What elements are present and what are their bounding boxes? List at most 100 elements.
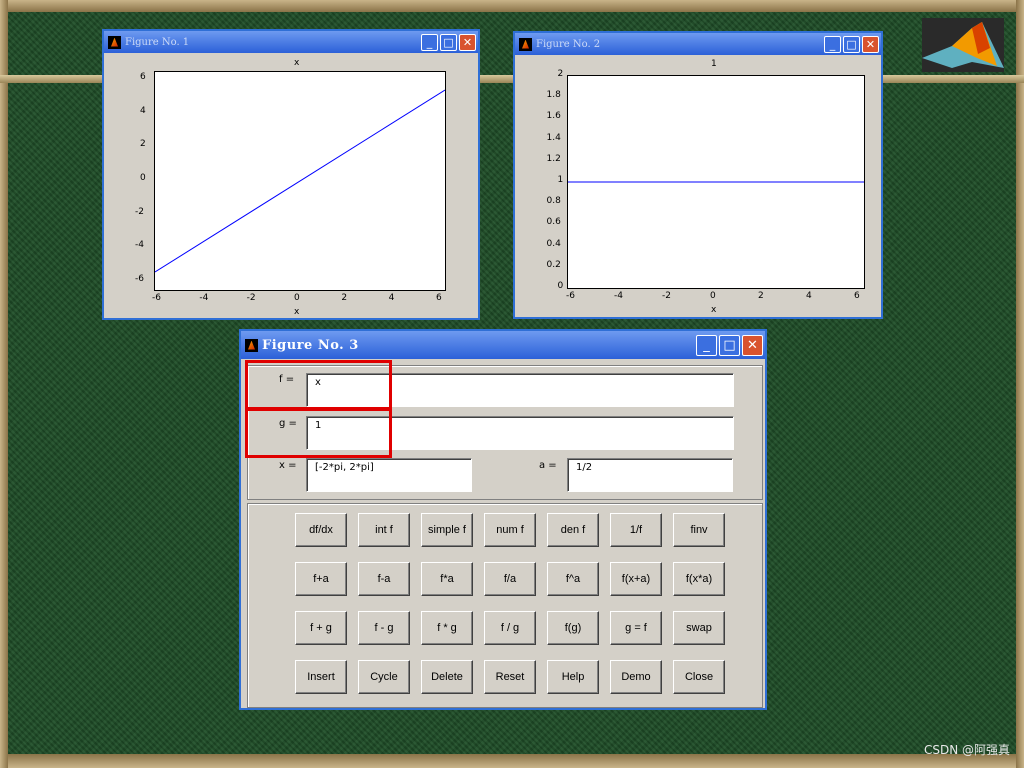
x-tick-label: 2 (341, 293, 348, 303)
x-tick-label: 0 (294, 293, 300, 303)
calc-button-f-g[interactable]: f(g) (547, 611, 599, 645)
y-tick-label: 0.2 (546, 259, 561, 270)
calc-button-df-dx[interactable]: df/dx (295, 513, 347, 547)
close-icon[interactable]: ✕ (459, 33, 476, 51)
y-tick-label: 0.4 (546, 238, 561, 249)
close-icon[interactable]: ✕ (742, 334, 763, 356)
matlab-icon (245, 338, 258, 352)
calc-button-f-a[interactable]: f-a (358, 562, 410, 596)
plot-title: 1 (711, 59, 717, 69)
calc-button-f-a[interactable]: f*a (421, 562, 473, 596)
close-icon[interactable]: ✕ (862, 35, 879, 53)
x-tick-label: -2 (662, 291, 671, 301)
watermark: CSDN @阿强真 (923, 743, 1010, 757)
calc-button-int-f[interactable]: int f (358, 513, 410, 547)
highlight-box-f (245, 360, 392, 410)
x-tick-label: 2 (758, 291, 764, 301)
y-tick-label: 1.2 (546, 153, 561, 164)
maximize-icon[interactable]: □ (719, 334, 740, 356)
y-tick-label: 0 (140, 173, 146, 183)
figure-3-titlebar[interactable]: Figure No. 3 _ □ ✕ (241, 331, 765, 359)
calc-button-swap[interactable]: swap (673, 611, 725, 645)
plot-line (155, 89, 445, 273)
a-input[interactable]: 1/2 (567, 458, 733, 492)
window-title: Figure No. 2 (536, 38, 601, 50)
calc-button-den-f[interactable]: den f (547, 513, 599, 547)
y-tick-label: 0 (557, 281, 564, 291)
window-title: Figure No. 3 (262, 337, 359, 353)
y-tick-label: 0.8 (546, 196, 561, 207)
calc-button-finv[interactable]: finv (673, 513, 725, 547)
x-tick-label: 4 (806, 291, 812, 301)
y-tick-label: -4 (135, 240, 144, 251)
x-axis-label: x (711, 305, 717, 315)
figure-1-axes[interactable] (154, 71, 446, 291)
matlab-logo (922, 18, 1004, 72)
calc-button-f-x-a[interactable]: f(x+a) (610, 562, 662, 596)
a-label: a = (539, 460, 557, 471)
window-title: Figure No. 1 (125, 36, 190, 48)
calc-button-reset[interactable]: Reset (484, 660, 536, 694)
calc-button-num-f[interactable]: num f (484, 513, 536, 547)
calc-button-f-a[interactable]: f^a (547, 562, 599, 596)
figure-2-window[interactable]: Figure No. 2 _ □ ✕ 1 x -6 -4 -2 0 2 4 6 2 1.8 1.6… (513, 31, 883, 319)
board-frame-top (0, 0, 1024, 12)
y-tick-label: 1.4 (546, 132, 561, 143)
figure-3-window[interactable]: Figure No. 3 _ □ ✕ f = x g = 1 x = [-2*p… (239, 329, 767, 710)
x-tick-label: 6 (854, 291, 860, 301)
figure-1-window[interactable]: Figure No. 1 _ □ ✕ x x -6 -4 -2 0 2 4 6 6 4 2 0 -2 -… (102, 29, 480, 320)
y-tick-label: 1.8 (546, 90, 561, 101)
x-range-input[interactable]: [-2*pi, 2*pi] (306, 458, 472, 492)
minimize-icon[interactable]: _ (696, 334, 717, 356)
y-tick-label: -2 (135, 206, 144, 217)
calc-button-cycle[interactable]: Cycle (358, 660, 410, 694)
y-tick-label: -6 (135, 274, 144, 284)
matlab-icon (519, 37, 532, 51)
calc-button-f-g[interactable]: f / g (484, 611, 536, 645)
calc-button-simple-f[interactable]: simple f (421, 513, 473, 547)
plot-title: x (294, 58, 300, 68)
board-frame-bottom (0, 754, 1024, 768)
y-tick-label: 2 (140, 139, 146, 150)
x-tick-label: 0 (710, 291, 716, 301)
x-tick-label: 4 (388, 293, 395, 303)
y-tick-label: 2 (557, 69, 564, 79)
calc-button-f-g[interactable]: f - g (358, 611, 410, 645)
y-tick-label: 1 (557, 175, 564, 185)
y-tick-label: 4 (140, 105, 146, 116)
highlight-box-g (245, 408, 392, 458)
calc-button-demo[interactable]: Demo (610, 660, 662, 694)
minimize-icon[interactable]: _ (824, 35, 841, 53)
minimize-icon[interactable]: _ (421, 33, 438, 51)
calc-button-g-f[interactable]: g = f (610, 611, 662, 645)
calc-button-f-g[interactable]: f + g (295, 611, 347, 645)
calc-button-f-a[interactable]: f+a (295, 562, 347, 596)
x-tick-label: -6 (566, 291, 575, 301)
calc-button-help[interactable]: Help (547, 660, 599, 694)
calc-button-insert[interactable]: Insert (295, 660, 347, 694)
y-tick-label: 1.6 (546, 111, 561, 122)
calc-button-1-f[interactable]: 1/f (610, 513, 662, 547)
x-label: x = (279, 460, 297, 471)
calc-button-f-x-a[interactable]: f(x*a) (673, 562, 725, 596)
calc-button-f-g[interactable]: f * g (421, 611, 473, 645)
figure-1-titlebar[interactable]: Figure No. 1 _ □ ✕ (104, 31, 478, 53)
x-axis-label: x (294, 307, 300, 317)
calc-button-delete[interactable]: Delete (421, 660, 473, 694)
x-tick-label: 6 (436, 293, 442, 303)
y-tick-label: 6 (140, 72, 146, 82)
x-tick-label: -6 (152, 293, 161, 303)
x-tick-label: -4 (614, 291, 623, 301)
board-frame-left (0, 0, 8, 768)
matlab-icon (108, 35, 121, 49)
y-tick-label: 0.6 (546, 217, 561, 228)
board-frame-right (1016, 0, 1024, 768)
calc-button-close[interactable]: Close (673, 660, 725, 694)
maximize-icon[interactable]: □ (843, 35, 860, 53)
x-tick-label: -2 (246, 293, 256, 303)
figure-2-titlebar[interactable]: Figure No. 2 _ □ ✕ (515, 33, 881, 55)
calc-button-f-a[interactable]: f/a (484, 562, 536, 596)
maximize-icon[interactable]: □ (440, 33, 457, 51)
x-tick-label: -4 (199, 293, 209, 303)
figure-2-axes[interactable] (567, 75, 865, 289)
